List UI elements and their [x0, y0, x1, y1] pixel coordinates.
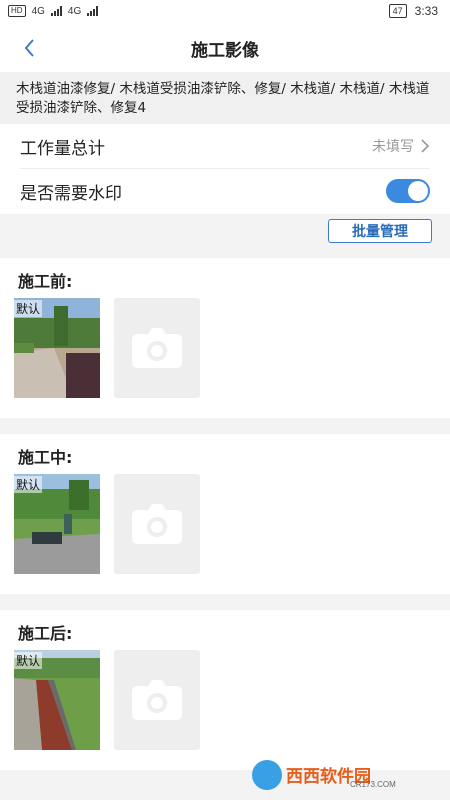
chevron-right-icon	[421, 139, 430, 153]
default-tag: 默认	[14, 652, 43, 669]
photo-thumbnail[interactable]: 默认	[14, 298, 100, 398]
signal-icon-2	[87, 6, 99, 16]
toggle-knob	[408, 181, 428, 201]
page-title: 施工影像	[191, 41, 259, 61]
status-right: 47 3:33	[388, 4, 438, 18]
add-photo-button[interactable]	[114, 298, 200, 398]
workload-label: 工作量总计	[20, 138, 105, 159]
camera-icon	[132, 504, 182, 544]
hd-badge: HD	[8, 5, 26, 17]
workload-row[interactable]: 工作量总计 未填写	[20, 124, 430, 168]
watermark-row: 是否需要水印	[20, 169, 430, 213]
camera-icon	[132, 328, 182, 368]
photo-thumbnail[interactable]: 默认	[14, 650, 100, 750]
section-title: 施工中:	[18, 448, 73, 467]
top-app-bar: 施工影像	[0, 24, 450, 72]
default-tag: 默认	[14, 476, 43, 493]
default-tag: 默认	[14, 300, 43, 317]
signal-icon	[50, 6, 62, 16]
add-photo-button[interactable]	[114, 650, 200, 750]
settings-card: 工作量总计 未填写 是否需要水印	[0, 124, 450, 214]
clock: 3:33	[414, 4, 438, 18]
photo-thumbnail[interactable]: 默认	[14, 474, 100, 574]
section-during: 施工中: 默认	[0, 434, 450, 594]
battery-icon: 47	[388, 4, 407, 18]
network-label-2: 4G	[67, 5, 82, 17]
add-photo-button[interactable]	[114, 474, 200, 574]
site-watermark-logo: 西西软件园 CR173.COM	[252, 758, 442, 792]
section-title: 施工后:	[18, 624, 73, 643]
status-bar: HD 4G 4G 47 3:33	[0, 0, 450, 24]
status-left: HD 4G 4G	[8, 5, 99, 17]
camera-icon	[132, 680, 182, 720]
section-after: 施工后: 默认	[0, 610, 450, 770]
task-description: 木栈道油漆修复/ 木栈道受损油漆铲除、修复/ 木栈道/ 木栈道/ 木栈道受损油漆…	[0, 72, 450, 124]
section-title: 施工前:	[18, 272, 73, 291]
logo-icon	[252, 760, 282, 790]
watermark-label: 是否需要水印	[20, 183, 122, 204]
workload-value-text: 未填写	[372, 139, 414, 155]
task-description-text: 木栈道油漆修复/ 木栈道受损油漆铲除、修复/ 木栈道/ 木栈道/ 木栈道受损油漆…	[16, 81, 430, 116]
batch-manage-button[interactable]: 批量管理	[328, 219, 432, 243]
watermark-toggle[interactable]	[386, 179, 430, 203]
section-before: 施工前: 默认	[0, 258, 450, 418]
logo-site: CR173.COM	[350, 780, 396, 789]
network-label-1: 4G	[31, 5, 45, 17]
workload-value: 未填写	[372, 136, 430, 156]
